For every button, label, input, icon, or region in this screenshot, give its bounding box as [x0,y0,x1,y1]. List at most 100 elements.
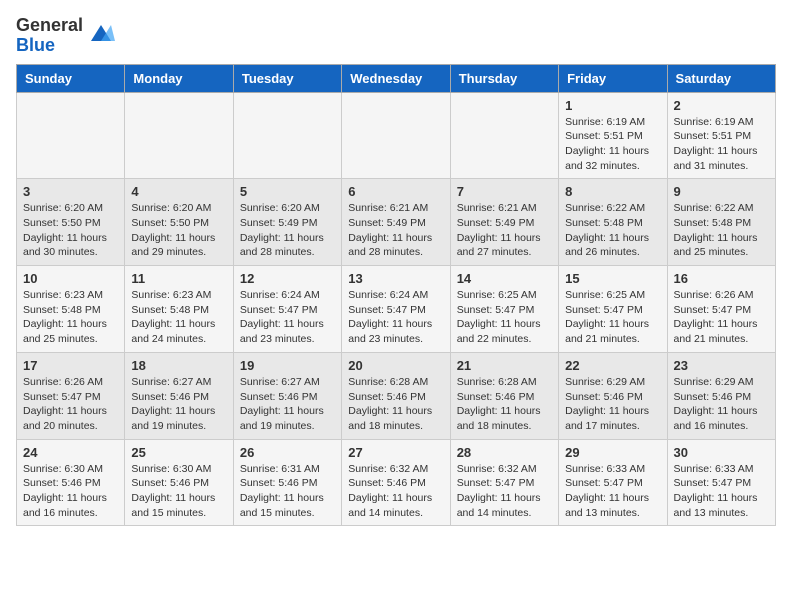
table-cell: 26Sunrise: 6:31 AM Sunset: 5:46 PM Dayli… [233,439,341,526]
calendar-header-row: SundayMondayTuesdayWednesdayThursdayFrid… [17,64,776,92]
day-number: 2 [674,98,769,113]
day-number: 15 [565,271,660,286]
day-number: 4 [131,184,226,199]
header-thursday: Thursday [450,64,558,92]
table-cell: 4 Sunrise: 6:20 AM Sunset: 5:50 PM Daylig… [125,179,233,266]
table-cell: 30 Sunrise: 6:33 AM Sunset: 5:47 PM Dayli… [667,439,775,526]
day-number: 27 [348,445,443,460]
table-cell: 5 Sunrise: 6:20 AM Sunset: 5:49 PM Daylig… [233,179,341,266]
table-cell [17,92,125,179]
logo-icon [87,23,115,50]
table-cell: 13 Sunrise: 6:24 AM Sunset: 5:47 PM Dayli… [342,266,450,353]
table-cell: 20 Sunrise: 6:28 AM Sunset: 5:46 PM Dayli… [342,352,450,439]
logo: General Blue [16,16,115,56]
table-cell: 15 Sunrise: 6:25 AM Sunset: 5:47 PM Dayli… [559,266,667,353]
cell-info: Sunrise: 6:23 AM Sunset: 5:48 PM Dayligh… [131,288,226,347]
cell-info: Sunrise: 6:22 AM Sunset: 5:48 PM Dayligh… [674,201,769,260]
page-header: General Blue [16,16,776,56]
table-cell [125,92,233,179]
cell-info: Sunrise: 6:20 AM Sunset: 5:50 PM Dayligh… [131,201,226,260]
table-cell [233,92,341,179]
table-cell: 12 Sunrise: 6:24 AM Sunset: 5:47 PM Dayli… [233,266,341,353]
cell-info: Sunrise: 6:28 AM Sunset: 5:46 PM Dayligh… [457,375,552,434]
day-number: 25 [131,445,226,460]
week-row-4: 17Sunrise: 6:26 AM Sunset: 5:47 PM Dayli… [17,352,776,439]
day-number: 30 [674,445,769,460]
cell-info: Sunrise: 6:25 AM Sunset: 5:47 PM Dayligh… [565,288,660,347]
table-cell: 21 Sunrise: 6:28 AM Sunset: 5:46 PM Dayli… [450,352,558,439]
day-number: 18 [131,358,226,373]
week-row-2: 3 Sunrise: 6:20 AM Sunset: 5:50 PM Daylig… [17,179,776,266]
day-number: 20 [348,358,443,373]
table-cell: 24Sunrise: 6:30 AM Sunset: 5:46 PM Dayli… [17,439,125,526]
table-cell: 18 Sunrise: 6:27 AM Sunset: 5:46 PM Dayli… [125,352,233,439]
day-number: 24 [23,445,118,460]
day-number: 5 [240,184,335,199]
day-number: 3 [23,184,118,199]
header-sunday: Sunday [17,64,125,92]
header-friday: Friday [559,64,667,92]
table-cell: 8 Sunrise: 6:22 AM Sunset: 5:48 PM Daylig… [559,179,667,266]
table-cell [450,92,558,179]
week-row-1: 1 Sunrise: 6:19 AM Sunset: 5:51 PM Daylig… [17,92,776,179]
table-cell: 16Sunrise: 6:26 AM Sunset: 5:47 PM Dayli… [667,266,775,353]
cell-info: Sunrise: 6:24 AM Sunset: 5:47 PM Dayligh… [348,288,443,347]
calendar-table: SundayMondayTuesdayWednesdayThursdayFrid… [16,64,776,527]
day-number: 11 [131,271,226,286]
table-cell: 25 Sunrise: 6:30 AM Sunset: 5:46 PM Dayli… [125,439,233,526]
day-number: 8 [565,184,660,199]
logo-text: General Blue [16,16,83,56]
table-cell: 7 Sunrise: 6:21 AM Sunset: 5:49 PM Daylig… [450,179,558,266]
day-number: 9 [674,184,769,199]
cell-info: Sunrise: 6:24 AM Sunset: 5:47 PM Dayligh… [240,288,335,347]
header-wednesday: Wednesday [342,64,450,92]
table-cell: 27 Sunrise: 6:32 AM Sunset: 5:46 PM Dayli… [342,439,450,526]
day-number: 19 [240,358,335,373]
cell-info: Sunrise: 6:20 AM Sunset: 5:50 PM Dayligh… [23,201,118,260]
header-monday: Monday [125,64,233,92]
cell-info: Sunrise: 6:29 AM Sunset: 5:46 PM Dayligh… [565,375,660,434]
day-number: 26 [240,445,335,460]
table-cell: 22 Sunrise: 6:29 AM Sunset: 5:46 PM Dayli… [559,352,667,439]
cell-info: Sunrise: 6:33 AM Sunset: 5:47 PM Dayligh… [674,462,769,521]
cell-info: Sunrise: 6:21 AM Sunset: 5:49 PM Dayligh… [457,201,552,260]
day-number: 7 [457,184,552,199]
table-cell: 2 Sunrise: 6:19 AM Sunset: 5:51 PM Daylig… [667,92,775,179]
table-cell [342,92,450,179]
table-cell: 6Sunrise: 6:21 AM Sunset: 5:49 PM Daylig… [342,179,450,266]
cell-info: Sunrise: 6:33 AM Sunset: 5:47 PM Dayligh… [565,462,660,521]
week-row-3: 10Sunrise: 6:23 AM Sunset: 5:48 PM Dayli… [17,266,776,353]
day-number: 1 [565,98,660,113]
cell-info: Sunrise: 6:22 AM Sunset: 5:48 PM Dayligh… [565,201,660,260]
cell-info: Sunrise: 6:19 AM Sunset: 5:51 PM Dayligh… [565,115,660,174]
cell-info: Sunrise: 6:25 AM Sunset: 5:47 PM Dayligh… [457,288,552,347]
day-number: 17 [23,358,118,373]
cell-info: Sunrise: 6:19 AM Sunset: 5:51 PM Dayligh… [674,115,769,174]
table-cell: 17Sunrise: 6:26 AM Sunset: 5:47 PM Dayli… [17,352,125,439]
table-cell: 23Sunrise: 6:29 AM Sunset: 5:46 PM Dayli… [667,352,775,439]
cell-info: Sunrise: 6:20 AM Sunset: 5:49 PM Dayligh… [240,201,335,260]
cell-info: Sunrise: 6:23 AM Sunset: 5:48 PM Dayligh… [23,288,118,347]
cell-info: Sunrise: 6:27 AM Sunset: 5:46 PM Dayligh… [131,375,226,434]
day-number: 12 [240,271,335,286]
table-cell: 29 Sunrise: 6:33 AM Sunset: 5:47 PM Dayli… [559,439,667,526]
day-number: 13 [348,271,443,286]
cell-info: Sunrise: 6:32 AM Sunset: 5:47 PM Dayligh… [457,462,552,521]
header-tuesday: Tuesday [233,64,341,92]
day-number: 21 [457,358,552,373]
cell-info: Sunrise: 6:30 AM Sunset: 5:46 PM Dayligh… [131,462,226,521]
cell-info: Sunrise: 6:32 AM Sunset: 5:46 PM Dayligh… [348,462,443,521]
table-cell: 11 Sunrise: 6:23 AM Sunset: 5:48 PM Dayli… [125,266,233,353]
header-saturday: Saturday [667,64,775,92]
day-number: 22 [565,358,660,373]
table-cell: 9 Sunrise: 6:22 AM Sunset: 5:48 PM Daylig… [667,179,775,266]
cell-info: Sunrise: 6:27 AM Sunset: 5:46 PM Dayligh… [240,375,335,434]
table-cell: 10Sunrise: 6:23 AM Sunset: 5:48 PM Dayli… [17,266,125,353]
day-number: 16 [674,271,769,286]
table-cell: 3 Sunrise: 6:20 AM Sunset: 5:50 PM Daylig… [17,179,125,266]
cell-info: Sunrise: 6:28 AM Sunset: 5:46 PM Dayligh… [348,375,443,434]
day-number: 29 [565,445,660,460]
day-number: 28 [457,445,552,460]
cell-info: Sunrise: 6:21 AM Sunset: 5:49 PM Dayligh… [348,201,443,260]
day-number: 23 [674,358,769,373]
